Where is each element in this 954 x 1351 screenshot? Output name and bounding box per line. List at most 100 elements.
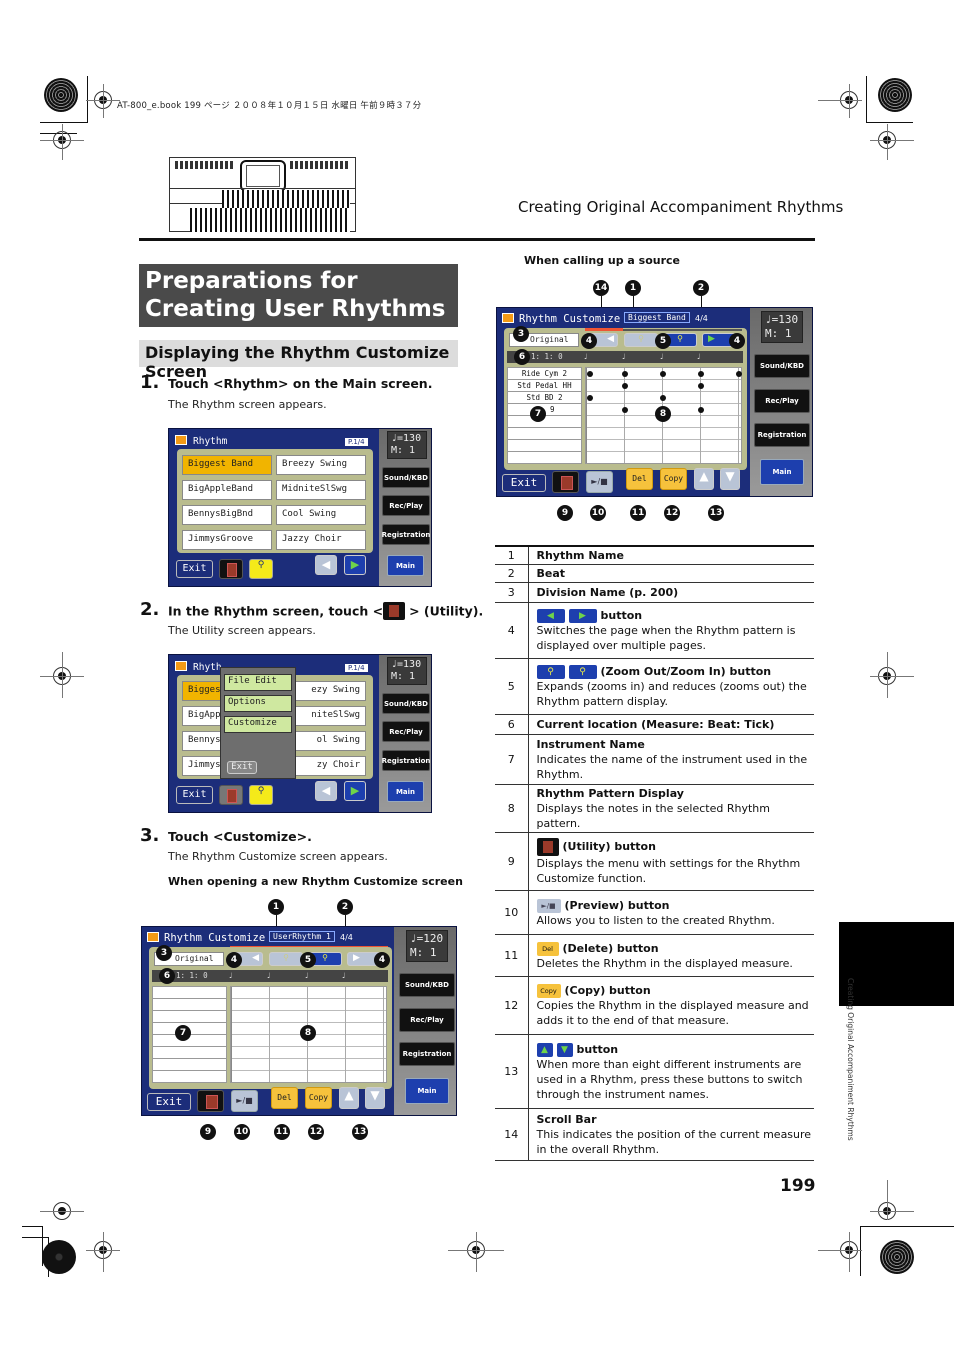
copy-button[interactable]: Copy bbox=[660, 468, 687, 490]
scroll-down-button[interactable]: ▼ bbox=[720, 468, 740, 490]
utility-button[interactable] bbox=[197, 1090, 224, 1112]
preview-button[interactable]: ►/■ bbox=[231, 1090, 258, 1112]
registration-button[interactable]: Registration bbox=[382, 524, 430, 545]
legend-number: 5 bbox=[495, 658, 529, 715]
legend-number: 7 bbox=[495, 734, 529, 785]
screen-title: Rhythm bbox=[193, 436, 228, 447]
scroll-up-button[interactable]: ▲ bbox=[339, 1087, 359, 1109]
customize-source-screen: Rhythm Customize Biggest Band 4/4 ♩=130 … bbox=[496, 307, 813, 497]
customize-new-screen: Rhythm Customize UserRhythm 1 4/4 ♩=120 … bbox=[141, 926, 457, 1116]
menu-item-customize[interactable]: Customize bbox=[224, 716, 292, 733]
registration-button[interactable]: Registration bbox=[399, 1042, 455, 1066]
pattern-note[interactable] bbox=[660, 395, 666, 401]
sound-kbd-button[interactable]: Sound/KBD bbox=[382, 693, 430, 714]
copy-button[interactable]: Copy bbox=[305, 1087, 332, 1109]
page-left-button[interactable]: ◀ bbox=[315, 555, 337, 575]
preview-button[interactable]: ►/■ bbox=[586, 471, 613, 493]
pattern-note[interactable] bbox=[587, 395, 593, 401]
crop-mark bbox=[22, 1226, 42, 1227]
zoom-in-icon: ⚲ bbox=[322, 953, 328, 962]
exit-button[interactable]: Exit bbox=[147, 1093, 191, 1111]
search-button[interactable]: ⚲ bbox=[249, 559, 273, 579]
registration-button[interactable]: Registration bbox=[382, 750, 430, 771]
zoom-out-icon: ⚲ bbox=[638, 334, 644, 343]
zoom-in-icon: ⚲ bbox=[677, 334, 683, 343]
rhythm-option[interactable]: BennysBigBnd bbox=[182, 505, 272, 525]
scroll-down-button[interactable]: ▼ bbox=[365, 1087, 385, 1109]
callout-8: 8 bbox=[300, 1025, 316, 1041]
exit-button[interactable]: Exit bbox=[176, 560, 213, 578]
pattern-note[interactable] bbox=[622, 371, 628, 377]
legend-description: Allows you to listen to the created Rhyt… bbox=[536, 913, 775, 927]
pattern-note[interactable] bbox=[736, 371, 742, 377]
pattern-note[interactable] bbox=[698, 371, 704, 377]
pattern-note[interactable] bbox=[622, 383, 628, 389]
callout-2: 2 bbox=[693, 280, 709, 296]
rhythm-option[interactable]: JimmysGroove bbox=[182, 530, 272, 550]
utility-button[interactable] bbox=[219, 785, 243, 805]
zoom-out-button[interactable]: ⚲ bbox=[269, 952, 303, 966]
down-arrow-icon: ▼ bbox=[725, 469, 735, 483]
legend-description: When more than eight different instrumen… bbox=[536, 1057, 803, 1101]
down-button-icon: ▼ bbox=[556, 1042, 573, 1057]
menu-item-options[interactable]: Options bbox=[224, 695, 292, 712]
rhythm-option[interactable]: BigAppleBand bbox=[182, 480, 272, 500]
page-right-button[interactable]: ▶ bbox=[344, 781, 366, 801]
utility-button[interactable] bbox=[219, 559, 243, 579]
rhythm-option[interactable]: MidniteSlSwg bbox=[276, 480, 366, 500]
sound-kbd-button[interactable]: Sound/KBD bbox=[399, 973, 455, 997]
legend-row: 2 Beat bbox=[495, 564, 814, 583]
main-button[interactable]: Main bbox=[405, 1078, 449, 1104]
rhythm-option[interactable]: Cool Swing bbox=[276, 505, 366, 525]
rhythm-option[interactable]: Biggest Band bbox=[182, 455, 272, 475]
legend-title: (Copy) button bbox=[564, 984, 651, 997]
main-button[interactable]: Main bbox=[387, 555, 424, 576]
legend-number: 4 bbox=[495, 602, 529, 659]
scroll-bar[interactable] bbox=[585, 328, 742, 331]
callout-4: 4 bbox=[581, 333, 597, 349]
sound-kbd-button[interactable]: Sound/KBD bbox=[382, 467, 430, 488]
exit-button[interactable]: Exit bbox=[176, 786, 213, 804]
sound-kbd-button[interactable]: Sound/KBD bbox=[754, 354, 810, 378]
exit-button[interactable]: Exit bbox=[502, 474, 546, 492]
zoom-out-button[interactable]: ⚲ bbox=[624, 333, 658, 347]
pattern-note[interactable] bbox=[698, 383, 704, 389]
pattern-note[interactable] bbox=[587, 371, 593, 377]
section-heading: Displaying the Rhythm Customize Screen bbox=[139, 340, 458, 381]
delete-button[interactable]: Del bbox=[271, 1087, 298, 1109]
legend-row: 8 Rhythm Pattern Display Displays the note… bbox=[495, 784, 814, 833]
rhythm-option[interactable]: Breezy Swing bbox=[276, 455, 366, 475]
callout-7: 7 bbox=[530, 406, 546, 422]
rhythm-name: Biggest Band bbox=[624, 312, 690, 323]
page-left-button[interactable]: ◀ bbox=[315, 781, 337, 801]
callout-2: 2 bbox=[337, 899, 353, 915]
registration-target-top-left bbox=[44, 78, 78, 112]
scroll-up-button[interactable]: ▲ bbox=[694, 468, 714, 490]
page-right-button[interactable]: ▶ bbox=[344, 555, 366, 575]
legend-row: 6 Current location (Measure: Beat: Tick) bbox=[495, 714, 814, 735]
main-button[interactable]: Main bbox=[760, 459, 804, 485]
left-arrow-icon: ◀ bbox=[252, 953, 259, 963]
rhythm-option[interactable]: Jazzy Choir bbox=[276, 530, 366, 550]
legend-number: 1 bbox=[495, 545, 529, 565]
menu-item-file-edit[interactable]: File Edit bbox=[224, 674, 292, 691]
pattern-note[interactable] bbox=[660, 371, 666, 377]
legend-title: Rhythm Pattern Display bbox=[536, 787, 684, 800]
left-button-icon: ◀ bbox=[536, 609, 565, 623]
pattern-note[interactable] bbox=[698, 407, 704, 413]
registration-button[interactable]: Registration bbox=[754, 423, 810, 447]
up-arrow-icon: ▲ bbox=[699, 469, 709, 483]
menu-exit-button[interactable]: Exit bbox=[227, 761, 257, 774]
rec-play-button[interactable]: Rec/Play bbox=[382, 495, 430, 516]
legend-title: (Zoom Out/Zoom In) button bbox=[600, 665, 772, 678]
pattern-note[interactable] bbox=[622, 407, 628, 413]
rec-play-button[interactable]: Rec/Play bbox=[399, 1008, 455, 1032]
registration-target-top-right bbox=[878, 78, 912, 112]
search-button[interactable]: ⚲ bbox=[249, 785, 273, 805]
main-button[interactable]: Main bbox=[387, 781, 424, 802]
utility-button[interactable] bbox=[552, 471, 579, 493]
rec-play-button[interactable]: Rec/Play bbox=[754, 389, 810, 413]
rec-play-button[interactable]: Rec/Play bbox=[382, 721, 430, 742]
crop-mark bbox=[42, 1226, 43, 1266]
delete-button[interactable]: Del bbox=[626, 468, 653, 490]
